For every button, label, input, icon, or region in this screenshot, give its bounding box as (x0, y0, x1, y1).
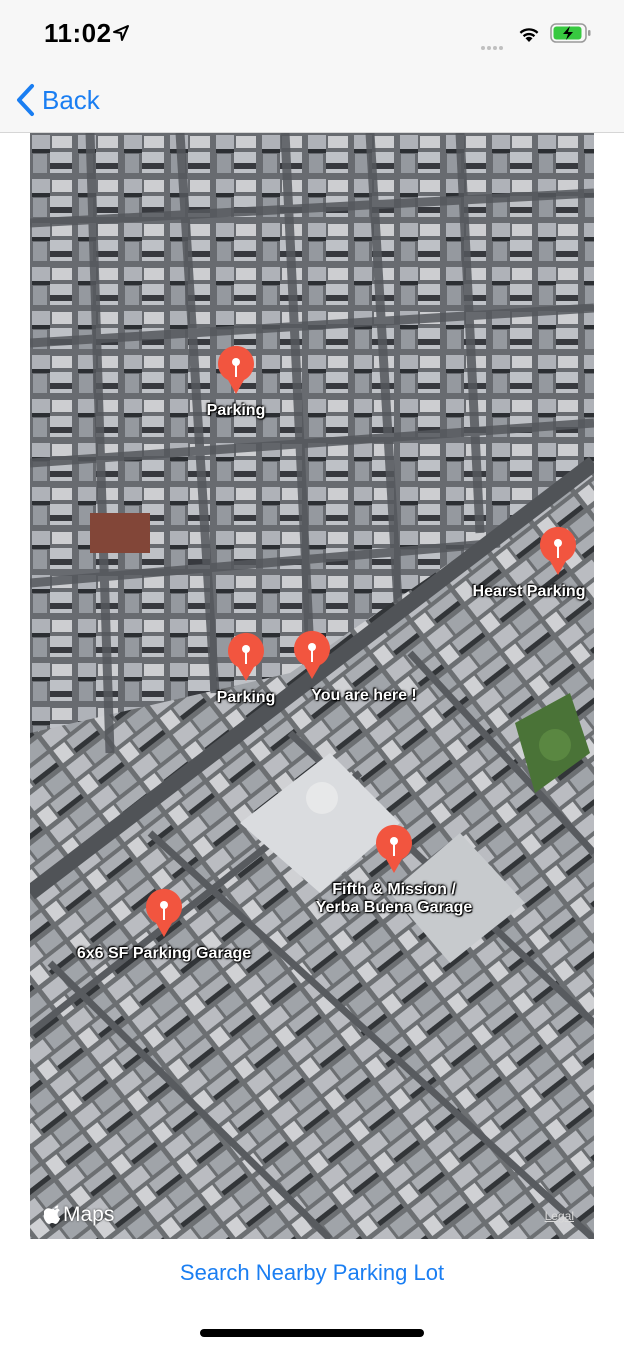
apple-logo-icon (44, 1205, 61, 1224)
navigation-bar: Back (0, 66, 624, 133)
status-time: 11:02 (44, 18, 112, 48)
map-annotation-label: 6x6 SF Parking Garage (76, 945, 252, 962)
wifi-icon (519, 28, 539, 42)
map-pin-icon (228, 632, 264, 681)
map-pin-icon (540, 526, 576, 575)
chevron-left-icon (17, 84, 34, 116)
status-bar: 11:02 (0, 0, 624, 66)
search-nearby-parking-button[interactable]: Search Nearby Parking Lot (0, 1260, 624, 1286)
map-pin-icon (146, 888, 182, 937)
apple-maps-attribution: Maps (44, 1203, 114, 1227)
map-pin-icon (294, 630, 330, 679)
map-annotation-label: Parking (216, 689, 276, 706)
battery-charging-icon (550, 23, 591, 43)
satellite-imagery (30, 133, 594, 1239)
back-button[interactable]: Back (14, 80, 100, 120)
map-annotation-label: Fifth & Mission / Yerba Buena Garage (315, 881, 473, 916)
map-view[interactable]: Parking Hearst Parking Parking You are h… (30, 133, 594, 1239)
back-button-label: Back (42, 84, 100, 115)
cellular-signal-icon (481, 37, 509, 50)
home-indicator[interactable] (200, 1329, 424, 1337)
map-pin-icon (376, 824, 412, 873)
legal-link[interactable]: Legal (545, 1209, 574, 1223)
map-annotation-label: Hearst Parking (472, 583, 586, 600)
map-annotation-label: You are here ! (311, 687, 417, 704)
location-arrow-icon (113, 25, 129, 41)
map-pin-icon (218, 345, 254, 394)
map-annotation-label: Parking (206, 402, 266, 419)
maps-attribution-text: Maps (63, 1203, 115, 1226)
